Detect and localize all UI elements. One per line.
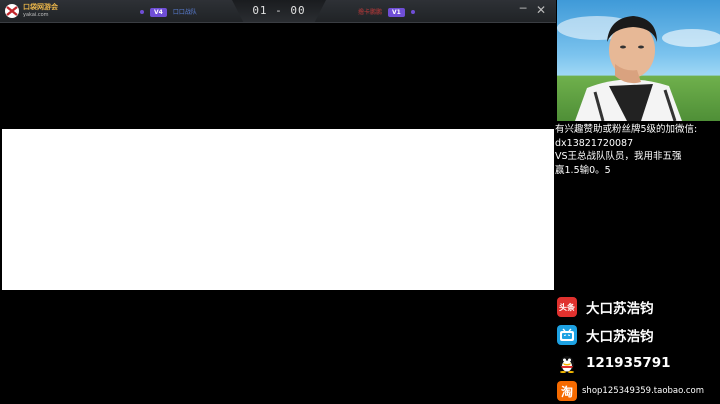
streamer-image [557,16,720,121]
stream-notice: 有兴趣赞助或粉丝牌5级的加微信: dx13821720087 VS王总战队队员，… [555,123,720,177]
left-team-name: 口口战队 [172,8,197,16]
bilibili-icon [557,325,577,345]
bilibili-handle: 大口苏浩钧 [586,329,654,345]
left-team: V4 口口战队 [140,6,197,18]
webcam-feed [557,0,720,121]
left-team-badge: V4 [150,7,167,17]
game-window: 口袋网游会 yakai.com V4 口口战队 01 - 00 撸卡鹏鹏 V1 … [0,0,556,404]
right-team-name: 撸卡鹏鹏 [358,8,383,16]
platform-logo-icon [4,3,20,19]
notice-line: VS王总战队队员，我用非五强 [555,151,682,162]
platform-logo: 口袋网游会 yakai.com [4,2,74,20]
toutiao-handle: 大口苏浩钧 [586,301,654,317]
title-bar: 口袋网游会 yakai.com V4 口口战队 01 - 00 撸卡鹏鹏 V1 … [0,0,556,23]
social-qq: 121935791 [557,353,671,373]
social-toutiao: 头条 大口苏浩钧 [557,297,654,317]
toutiao-icon: 头条 [557,297,577,317]
close-button[interactable]: ✕ [534,3,548,17]
minimize-button[interactable]: ─ [516,3,530,17]
social-taobao: 淘 shop125349359.taobao.com [557,381,704,401]
match-score: 01 - 00 [252,4,306,17]
logo-title: 口袋网游会 [23,3,58,11]
social-bilibili: 大口苏浩钧 [557,325,654,345]
taobao-icon: 淘 [557,381,577,401]
left-team-dot [140,10,144,14]
qq-penguin-icon [557,353,577,373]
taobao-shop-link[interactable]: shop125349359.taobao.com [582,386,704,396]
notice-line: 有兴趣赞助或粉丝牌5级的加微信: [555,124,698,135]
notice-line: dx13821720087 [555,137,634,149]
logo-domain: yakai.com [23,12,49,18]
qq-number: 121935791 [586,355,671,371]
right-team: 撸卡鹏鹏 V1 [358,6,415,18]
notice-line: 赢1.5输0。5 [555,164,611,176]
right-team-badge: V1 [388,7,405,17]
right-team-dot [410,10,415,14]
game-content-area[interactable] [2,129,554,290]
score-panel: 01 - 00 [232,0,326,22]
